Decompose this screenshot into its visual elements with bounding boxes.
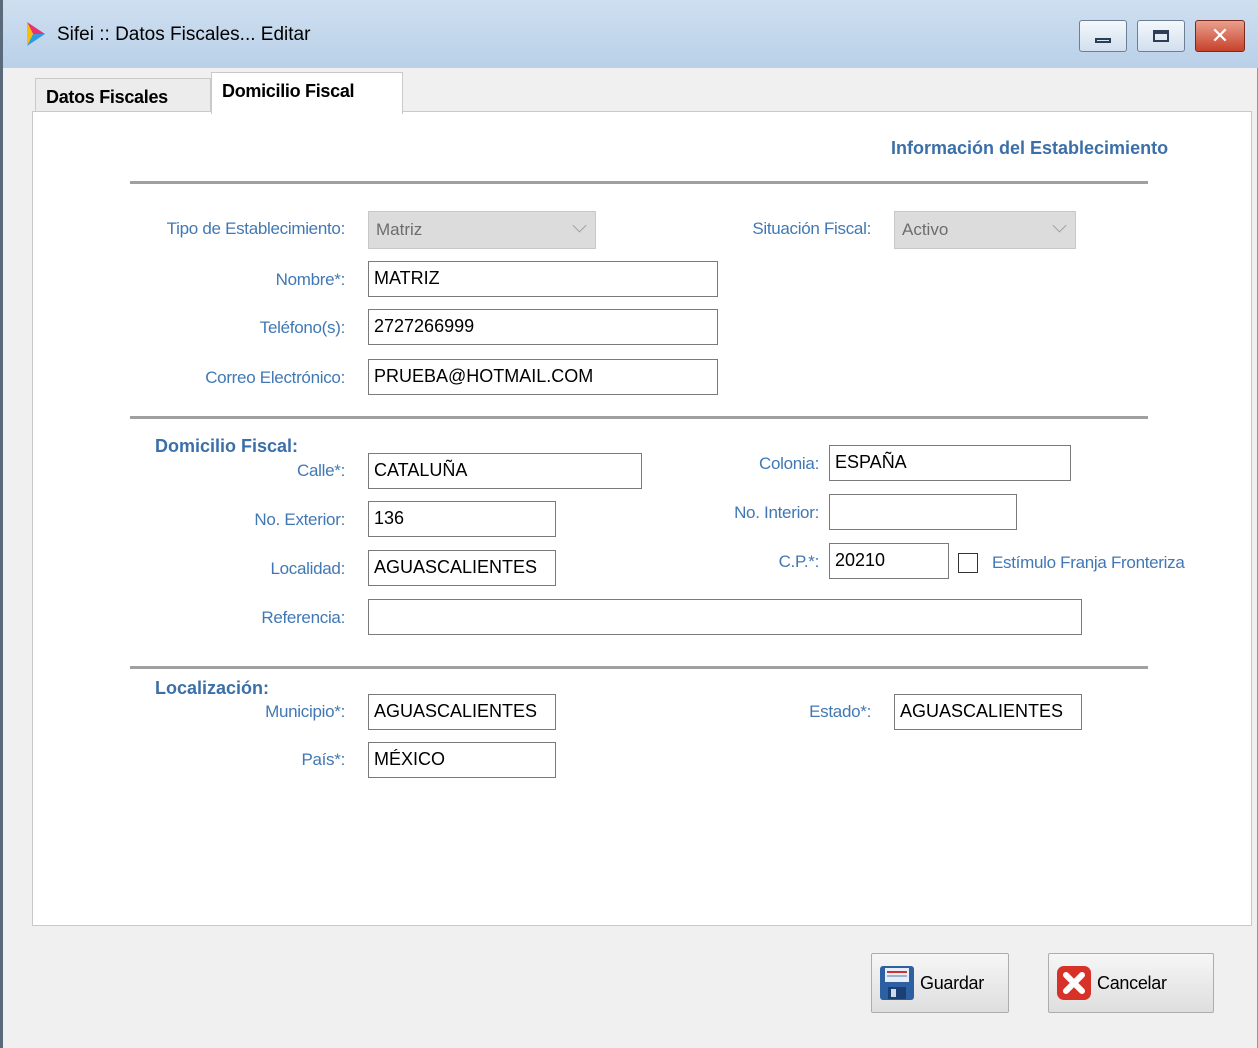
localizacion-section-title: Localización: [155,678,270,698]
telefono-label: Teléfono(s): [259,318,346,337]
window-title: Sifei :: Datos Fiscales... Editar [57,24,311,45]
separator [130,666,1148,669]
minimize-button[interactable] [1079,20,1127,52]
estimulo-franja-checkbox[interactable] [958,553,978,573]
tipo-establecimiento-label: Tipo de Establecimiento: [166,219,346,238]
chevron-down-icon [572,218,587,233]
close-button[interactable]: ✕ [1195,20,1245,52]
guardar-label: Guardar [920,972,984,993]
sifei-logo-icon [27,22,45,46]
referencia-input[interactable] [368,599,1082,635]
situacion-fiscal-label: Situación Fiscal: [752,219,871,238]
dialog-window: Sifei :: Datos Fiscales... Editar ✕ Dato… [0,0,1258,1048]
no-exterior-input[interactable]: 136 [368,501,556,537]
colonia-input[interactable]: ESPAÑA [829,445,1071,481]
calle-label: Calle*: [297,461,345,480]
separator [130,416,1148,419]
maximize-button[interactable] [1137,20,1185,52]
colonia-label: Colonia: [759,454,819,473]
telefono-input[interactable]: 2727266999 [368,309,718,345]
tab-domicilio-fiscal[interactable]: Domicilio Fiscal [211,72,403,114]
minimize-icon [1095,37,1111,43]
maximize-icon [1153,30,1169,42]
tipo-establecimiento-value: Matriz [376,220,423,239]
no-exterior-label: No. Exterior: [254,510,345,529]
establishment-section-title: Información del Establecimiento [891,138,1169,158]
cp-label: C.P.*: [778,552,820,571]
pais-label: País*: [301,750,345,769]
guardar-button[interactable]: Guardar [871,953,1009,1013]
cp-input[interactable]: 20210 [829,543,949,579]
domicilio-section-title: Domicilio Fiscal: [155,436,299,456]
correo-label: Correo Electrónico: [205,368,345,387]
no-interior-input[interactable] [829,494,1017,530]
municipio-input[interactable]: AGUASCALIENTES [368,694,556,730]
close-icon: ✕ [1210,23,1230,48]
cancelar-label: Cancelar [1097,972,1167,993]
tab-datos-fiscales[interactable]: Datos Fiscales [35,78,211,112]
cancel-x-icon [1057,966,1091,1000]
correo-input[interactable]: PRUEBA@HOTMAIL.COM [368,359,718,395]
localidad-input[interactable]: AGUASCALIENTES [368,550,556,586]
estimulo-franja-label[interactable]: Estímulo Franja Fronteriza [992,553,1185,573]
referencia-label: Referencia: [261,608,345,627]
chevron-down-icon [1052,218,1067,233]
tipo-establecimiento-select[interactable]: Matriz [368,211,596,249]
separator [130,181,1148,184]
situacion-fiscal-select[interactable]: Activo [894,211,1076,249]
save-disk-icon [880,966,914,1000]
nombre-input[interactable]: MATRIZ [368,261,718,297]
pais-input[interactable]: MÉXICO [368,742,556,778]
cancelar-button[interactable]: Cancelar [1048,953,1214,1013]
no-interior-label: No. Interior: [734,503,819,522]
municipio-label: Municipio*: [265,702,345,721]
situacion-fiscal-value: Activo [902,220,949,239]
localidad-label: Localidad: [270,559,345,578]
estado-label: Estado*: [809,702,871,721]
calle-input[interactable]: CATALUÑA [368,453,642,489]
nombre-label: Nombre*: [275,270,346,289]
estado-input[interactable]: AGUASCALIENTES [894,694,1082,730]
title-bar[interactable]: Sifei :: Datos Fiscales... Editar ✕ [3,0,1258,68]
